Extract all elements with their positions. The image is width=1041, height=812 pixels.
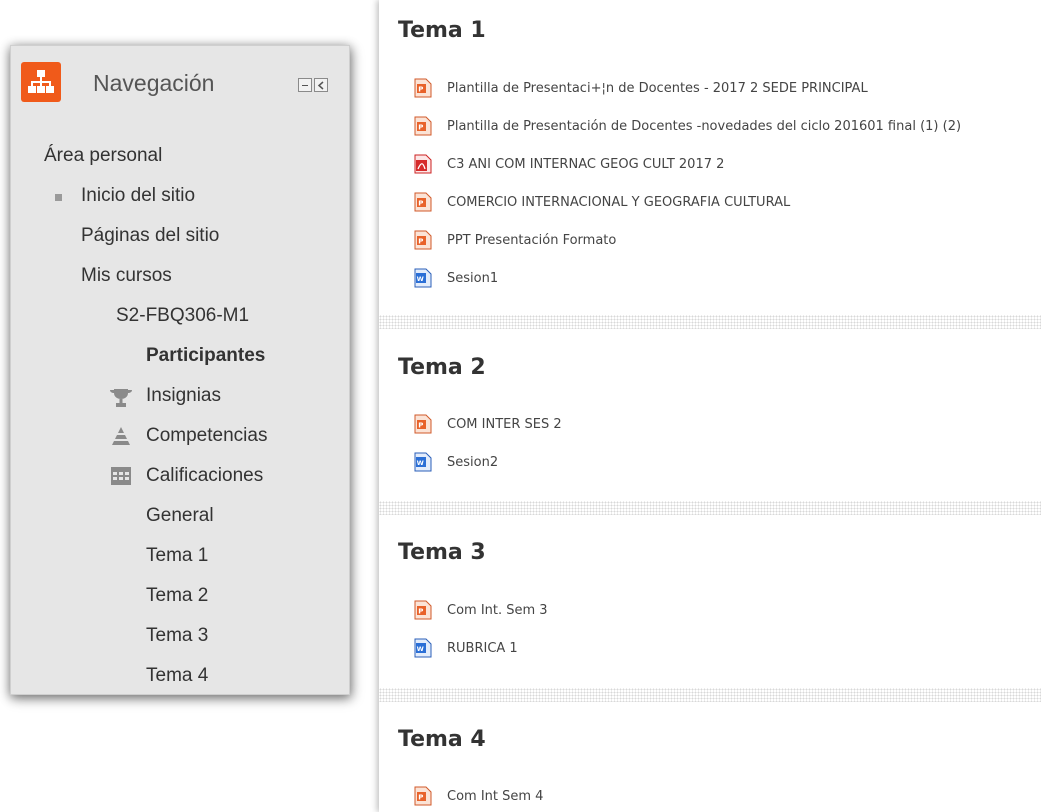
powerpoint-icon: P [414, 600, 432, 620]
svg-text:W: W [417, 645, 424, 653]
section-divider [379, 315, 1041, 329]
nav-item-tema-2[interactable]: Tema 2 [146, 584, 208, 608]
grades-table-icon [111, 467, 131, 485]
nav-item-competencias[interactable]: Competencias [146, 424, 267, 448]
dock-block-icon[interactable] [314, 78, 328, 92]
nav-item-insignias[interactable]: Insignias [146, 384, 221, 408]
powerpoint-icon: P [414, 192, 432, 212]
activity-name: Sesion1 [447, 271, 499, 286]
section-title: Tema 4 [398, 727, 486, 752]
activity-name: COM INTER SES 2 [447, 417, 562, 432]
navigation-title: Navegación [93, 70, 215, 96]
svg-text:P: P [418, 238, 423, 246]
section-divider [379, 688, 1041, 702]
navigation-header: Navegación [21, 62, 335, 102]
powerpoint-icon: P [414, 78, 432, 98]
nav-item-course[interactable]: S2-FBQ306-M1 [116, 304, 249, 328]
nav-item-calificaciones[interactable]: Calificaciones [146, 464, 263, 488]
activity-name: Plantilla de Presentaci+¦n de Docentes -… [447, 81, 868, 96]
powerpoint-icon: P [414, 414, 432, 434]
nav-item-participantes[interactable]: Participantes [146, 344, 265, 368]
pdf-icon [414, 154, 432, 174]
nav-item-paginas-del-sitio[interactable]: Páginas del sitio [81, 224, 219, 248]
powerpoint-icon: P [414, 116, 432, 136]
word-icon: W [414, 638, 432, 658]
nav-item-mis-cursos[interactable]: Mis cursos [81, 264, 172, 288]
section-title: Tema 2 [398, 355, 486, 380]
activity-name: COMERCIO INTERNACIONAL Y GEOGRAFIA CULTU… [447, 195, 791, 210]
svg-text:P: P [418, 86, 423, 94]
sitemap-icon [21, 62, 61, 102]
activity-name: RUBRICA 1 [447, 641, 518, 656]
competency-icon [112, 427, 130, 445]
activity-name: Com Int. Sem 3 [447, 603, 548, 618]
bullet-icon [55, 194, 62, 201]
nav-item-general[interactable]: General [146, 504, 214, 528]
word-icon: W [414, 268, 432, 288]
svg-text:P: P [418, 422, 423, 430]
powerpoint-icon: P [414, 230, 432, 250]
activity-name: Plantilla de Presentación de Docentes -n… [447, 119, 962, 134]
nav-item-area-personal[interactable]: Área personal [44, 144, 162, 168]
svg-text:W: W [417, 459, 424, 467]
svg-text:P: P [418, 124, 423, 132]
section-title: Tema 3 [398, 540, 486, 565]
nav-item-tema-4[interactable]: Tema 4 [146, 664, 208, 688]
activity-name: C3 ANI COM INTERNAC GEOG CULT 2017 2 [447, 157, 725, 172]
svg-text:W: W [417, 275, 424, 283]
minimize-block-icon[interactable] [298, 78, 312, 92]
section-divider [379, 501, 1041, 515]
word-icon: W [414, 452, 432, 472]
navigation-block: Navegación Área personal Inicio del siti… [10, 45, 350, 695]
svg-text:P: P [418, 608, 423, 616]
nav-item-tema-1[interactable]: Tema 1 [146, 544, 208, 568]
course-content: Tema 1 P Plantilla de Presentaci+¦n de D… [379, 0, 1041, 812]
trophy-icon [110, 389, 132, 407]
nav-item-tema-3[interactable]: Tema 3 [146, 624, 208, 648]
activity-name: Sesion2 [447, 455, 499, 470]
svg-text:P: P [418, 200, 423, 208]
section-title: Tema 1 [398, 18, 486, 43]
activity-name: Com Int Sem 4 [447, 789, 544, 804]
powerpoint-icon: P [414, 786, 432, 806]
svg-text:P: P [418, 794, 423, 802]
activity-name: PPT Presentación Formato [447, 233, 617, 248]
nav-item-inicio-del-sitio[interactable]: Inicio del sitio [81, 184, 195, 208]
